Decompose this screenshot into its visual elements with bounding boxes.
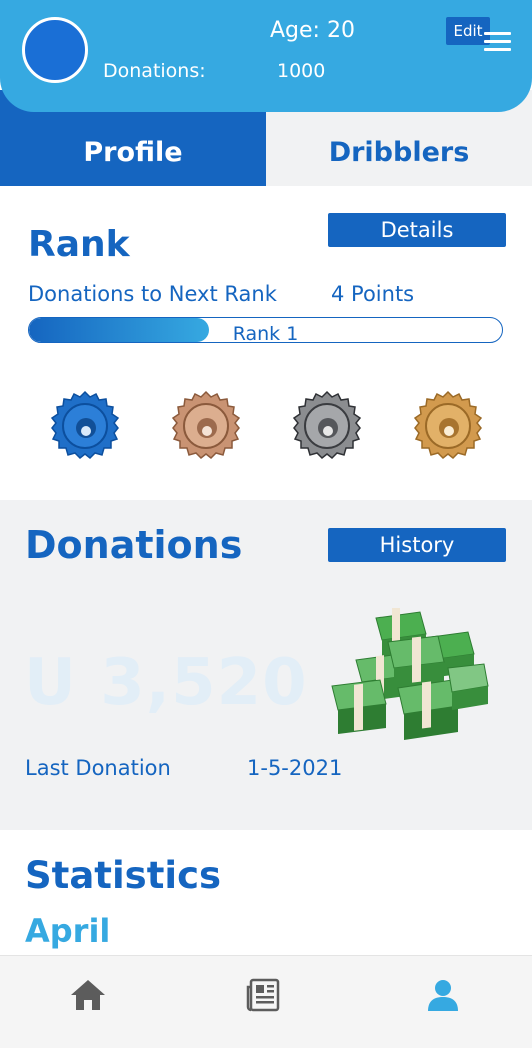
home-icon (71, 980, 105, 1010)
last-donation-label: Last Donation (25, 756, 171, 780)
bottom-navigation (0, 955, 532, 1048)
donations-label: Donations: (103, 60, 206, 82)
donations-title: Donations (25, 523, 243, 567)
donation-amount: U 3,520 (24, 646, 308, 720)
rank-progress-bar: Rank 1 (28, 317, 503, 343)
next-rank-value: 4 Points (331, 282, 415, 306)
nav-news[interactable] (239, 970, 289, 1020)
newspaper-icon (246, 978, 280, 1012)
statistics-title: Statistics (25, 854, 222, 897)
silver-rank-badge-icon (292, 390, 362, 460)
statistics-month[interactable]: April (25, 912, 110, 950)
history-button[interactable]: History (328, 528, 506, 562)
next-rank-label: Donations to Next Rank (28, 282, 277, 306)
donations-section: Donations History U 3,520 Last Donation … (0, 500, 532, 830)
details-button[interactable]: Details (328, 213, 506, 247)
nav-home[interactable] (63, 970, 113, 1020)
profile-header: Age: 20 Donations: 1000 Edit (0, 0, 532, 112)
statistics-section: Statistics April (0, 830, 532, 956)
user-icon (428, 980, 458, 1011)
last-donation-date: 1-5-2021 (247, 756, 343, 780)
rank-progress-label: Rank 1 (232, 323, 299, 343)
rank-section: Rank Details Donations to Next Rank 4 Po… (0, 186, 532, 500)
donations-value: 1000 (277, 60, 326, 82)
rank-title: Rank (28, 224, 130, 265)
avatar[interactable] (22, 17, 88, 83)
gold-rank-badge-icon (413, 390, 483, 460)
rank-badges (0, 390, 532, 466)
bronze-rank-badge-icon (171, 390, 241, 460)
age-text: Age: 20 (270, 18, 355, 43)
blue-rank-badge-icon (50, 390, 120, 460)
money-stack-icon (331, 608, 489, 740)
nav-profile[interactable] (418, 970, 468, 1020)
hamburger-menu-icon[interactable] (484, 32, 511, 52)
